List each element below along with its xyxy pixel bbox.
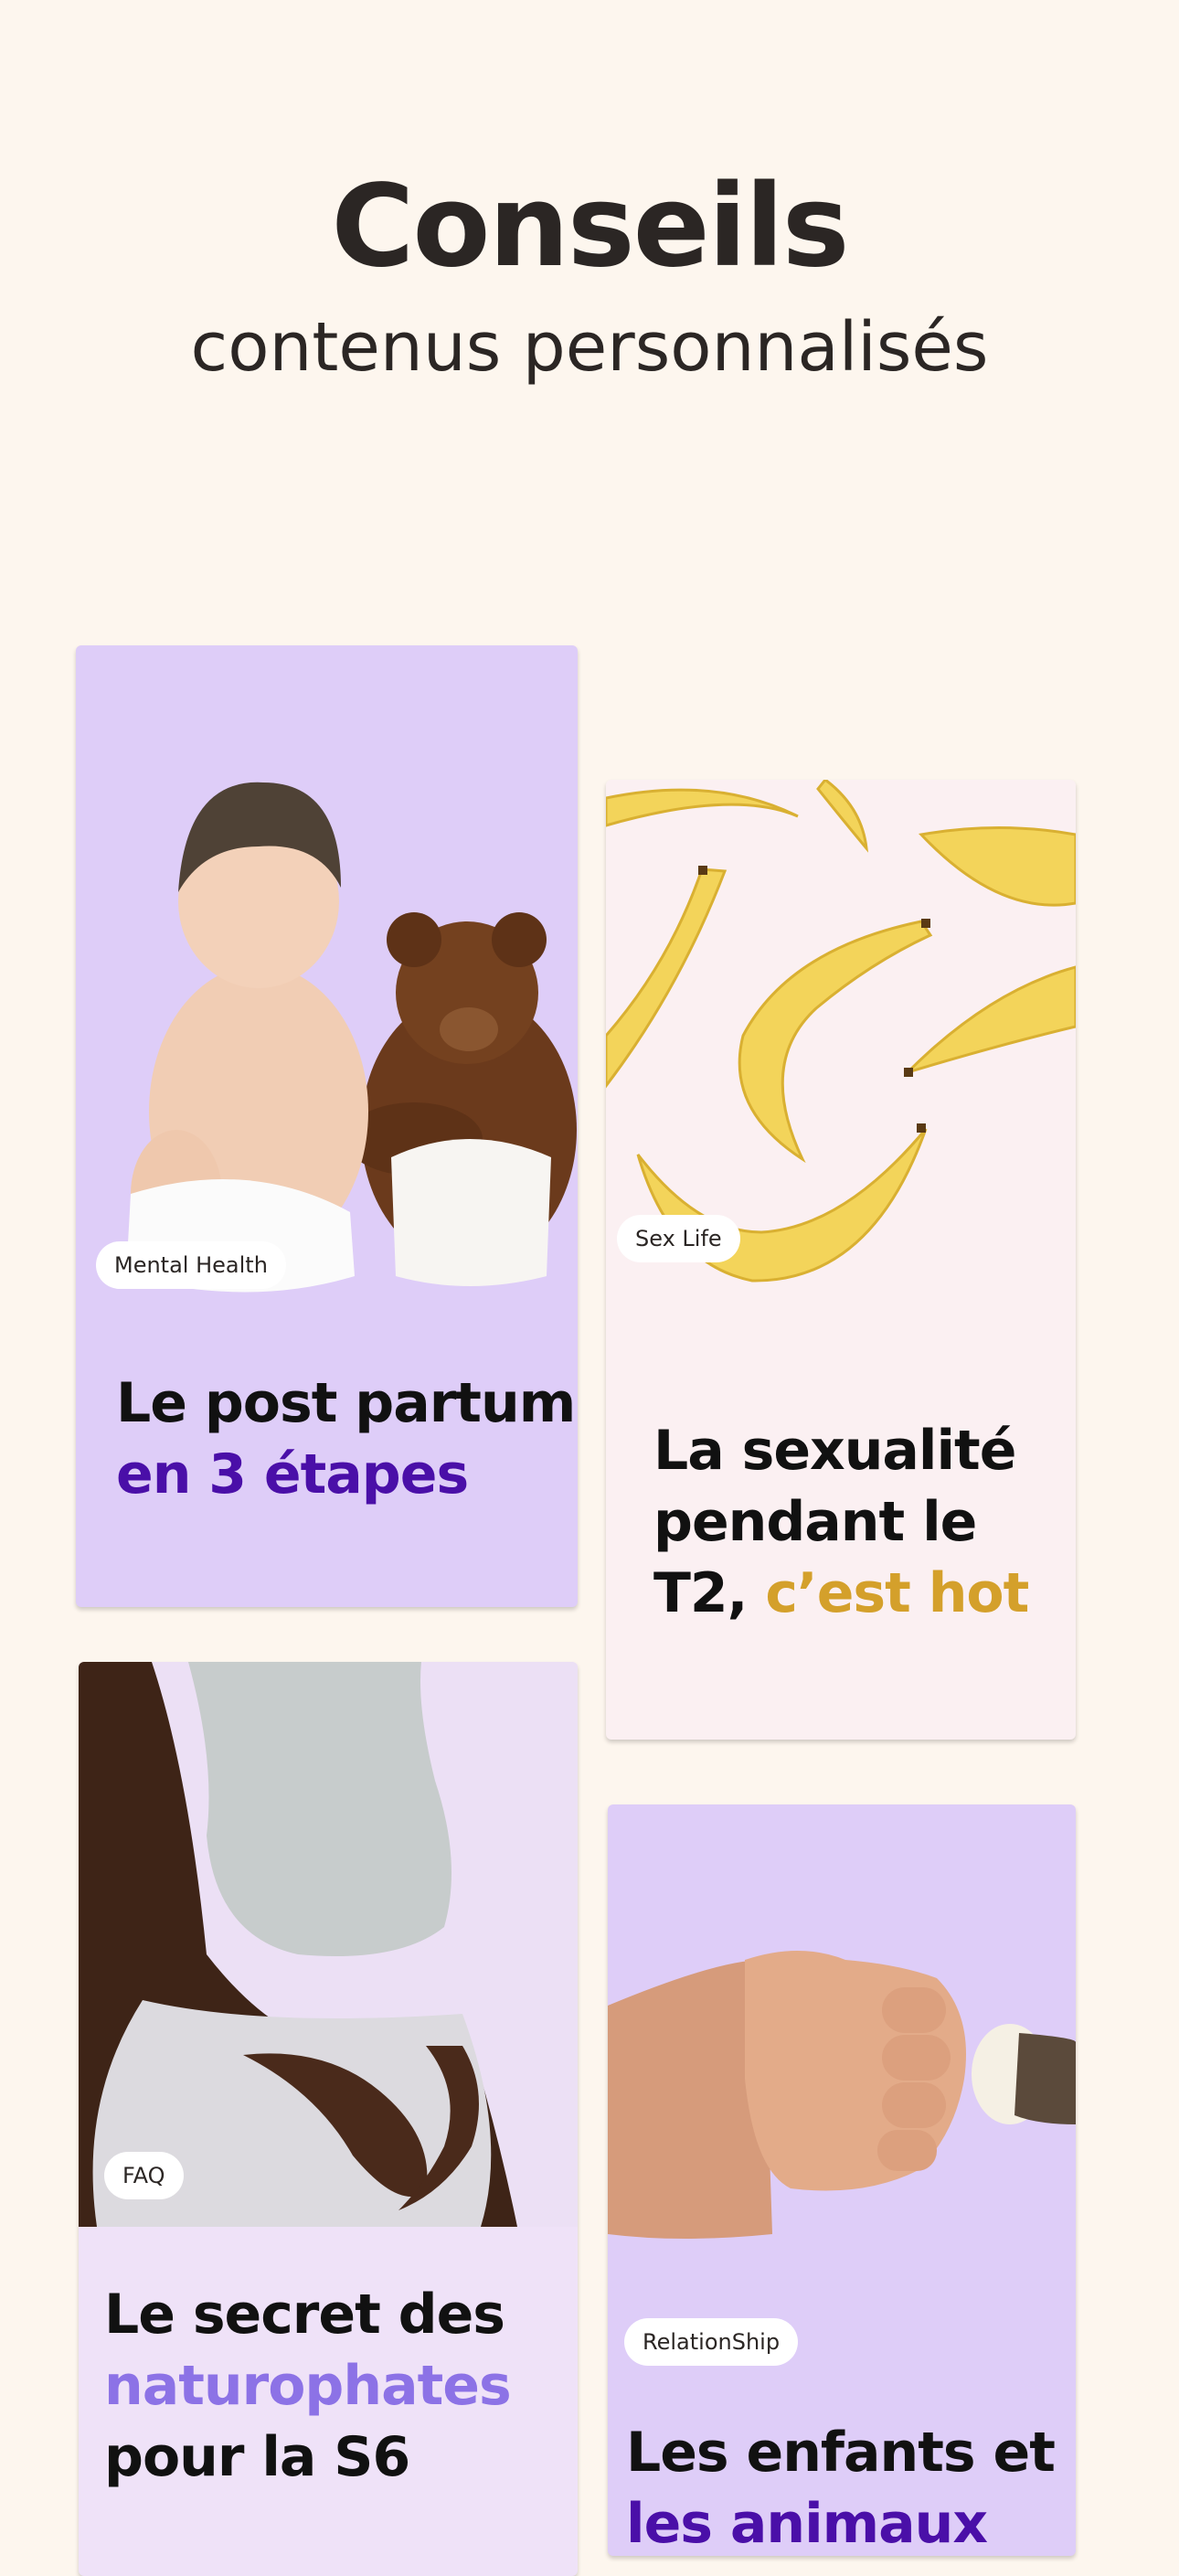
article-card-enfants-animaux[interactable]: RelationShip Les enfants et les animaux (608, 1804, 1076, 2556)
page-subtitle: contenus personnalisés (190, 308, 989, 387)
article-card-sexualite[interactable]: Sex Life La sexualité pendant le T2, c’e… (606, 780, 1076, 1740)
category-tag: Mental Health (96, 1241, 286, 1289)
card-title: Les enfants et les animaux (626, 2421, 1056, 2556)
fist-paw-image (608, 1804, 1076, 2262)
article-card-post-partum[interactable]: Mental Health Le post partum en 3 étapes (76, 645, 578, 1607)
card-title: Le secret des naturophates pour la S6 (104, 2283, 512, 2489)
card-title: La sexualité pendant le T2, c’est hot (653, 1419, 1029, 1625)
category-tag: Sex Life (617, 1215, 740, 1262)
page-title: Conseils (331, 161, 849, 293)
article-card-naturophates[interactable]: FAQ Le secret des naturophates pour la S… (79, 1662, 578, 2576)
category-tag: RelationShip (624, 2318, 799, 2366)
woman-torso-image (79, 1662, 578, 2227)
baby-teddy-image (76, 645, 578, 1304)
card-title: Le post partum en 3 étapes (116, 1371, 576, 1506)
category-tag: FAQ (104, 2152, 184, 2199)
